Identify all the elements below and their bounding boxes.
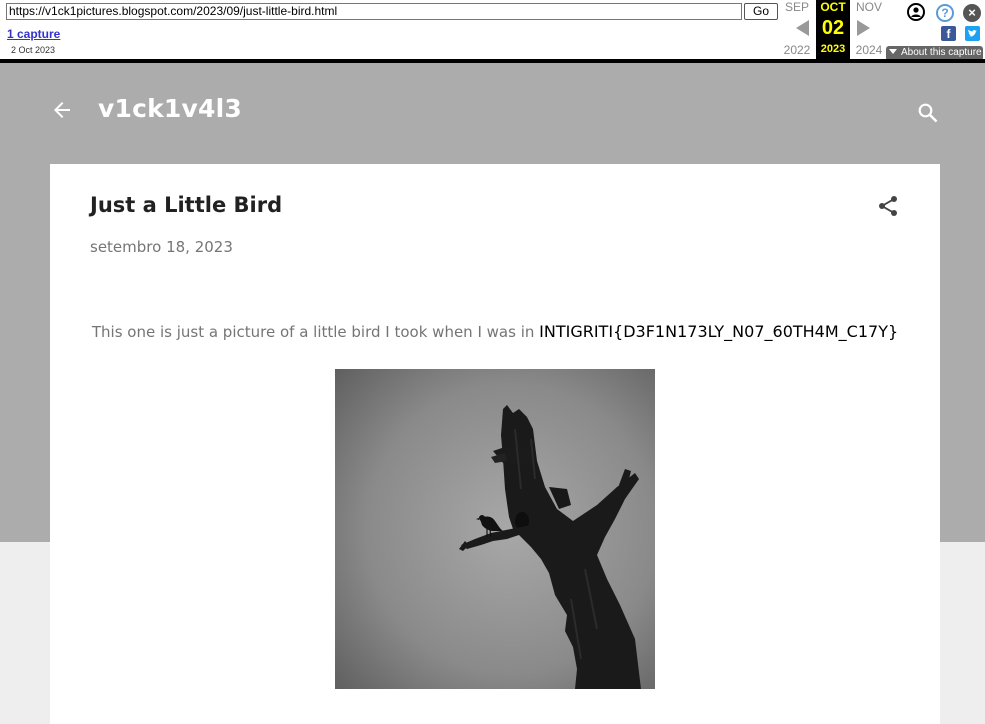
user-icon[interactable] — [907, 3, 925, 21]
current-capture-date: OCT 02 2023 — [816, 0, 850, 59]
post-card: Just a Little Bird setembro 18, 2023 Thi… — [50, 164, 940, 724]
captures-link[interactable]: 1 capture — [7, 27, 60, 41]
next-year-label[interactable]: 2024 — [852, 43, 886, 57]
bird-on-tree-photo[interactable] — [335, 369, 655, 689]
prev-capture-arrow-icon[interactable] — [796, 20, 809, 36]
next-month-label[interactable]: NOV — [852, 0, 886, 14]
help-icon[interactable]: ? — [936, 4, 954, 22]
current-year: 2023 — [820, 43, 846, 55]
current-month: OCT — [820, 0, 846, 14]
search-icon[interactable] — [917, 102, 939, 124]
flag-text: INTIGRITI{D3F1N173LY_N07_60TH4M_C17Y} — [539, 322, 899, 341]
prev-year-label[interactable]: 2022 — [780, 43, 814, 57]
post-body-text: This one is just a picture of a little b… — [91, 323, 540, 341]
post-date[interactable]: setembro 18, 2023 — [90, 238, 233, 256]
about-capture-button[interactable]: About this capture — [886, 46, 983, 59]
wayback-go-button[interactable]: Go — [744, 3, 778, 20]
post-title[interactable]: Just a Little Bird — [90, 193, 282, 217]
next-capture-arrow-icon[interactable] — [857, 20, 870, 36]
blog-title[interactable]: v1ck1v4l3 — [98, 94, 242, 123]
capture-date: 2 Oct 2023 — [11, 45, 56, 55]
wayback-url-input[interactable]: https://v1ck1pictures.blogspot.com/2023/… — [6, 3, 742, 20]
post-body: This one is just a picture of a little b… — [50, 322, 940, 341]
wayback-toolbar: https://v1ck1pictures.blogspot.com/2023/… — [0, 0, 985, 63]
current-day: 02 — [821, 17, 845, 39]
share-icon[interactable] — [876, 194, 900, 218]
twitter-icon[interactable] — [965, 26, 980, 41]
prev-month-label[interactable]: SEP — [780, 0, 814, 14]
about-capture-label: About this capture — [901, 47, 982, 58]
close-icon[interactable]: × — [963, 4, 981, 22]
facebook-icon[interactable]: f — [941, 26, 956, 41]
triangle-down-icon — [889, 49, 897, 54]
back-arrow-icon[interactable] — [52, 100, 72, 120]
